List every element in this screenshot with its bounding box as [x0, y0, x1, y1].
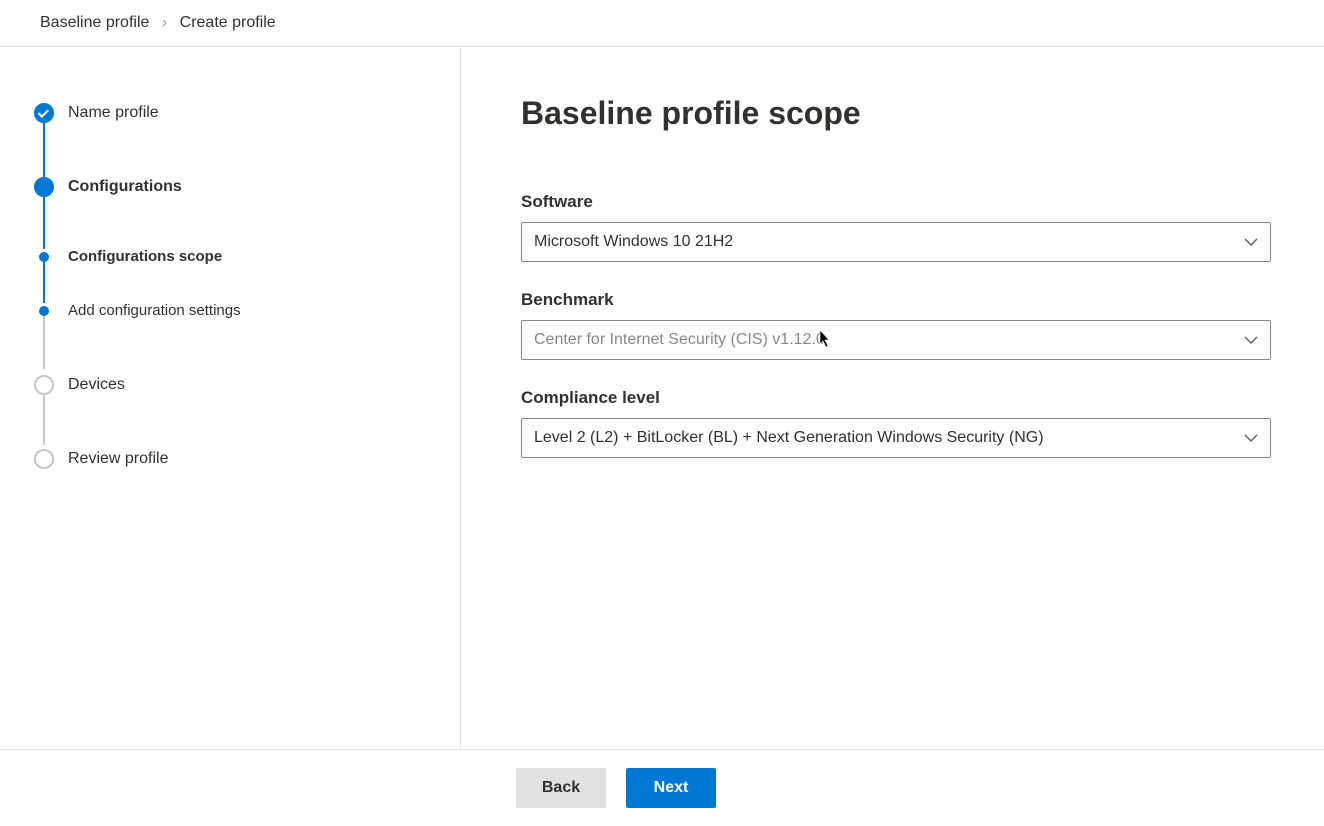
step-name-profile[interactable]: Name profile: [34, 103, 460, 123]
software-select[interactable]: Microsoft Windows 10 21H2: [521, 222, 1271, 262]
chevron-down-icon: [1244, 235, 1258, 249]
empty-step-circle-icon: [34, 375, 54, 395]
empty-step-circle-icon: [34, 449, 54, 469]
substep-dot-icon: [39, 306, 49, 316]
benchmark-select-value: Center for Internet Security (CIS) v1.12…: [534, 331, 825, 349]
step-add-configuration-settings[interactable]: Add configuration settings: [34, 301, 460, 321]
step-label: Review profile: [68, 449, 168, 469]
step-review-profile[interactable]: Review profile: [34, 449, 460, 469]
wizard-steps-nav: Name profile Configurations Configuratio…: [0, 47, 461, 749]
step-configurations-scope[interactable]: Configurations scope: [34, 247, 460, 267]
breadcrumb-item-create-profile[interactable]: Create profile: [180, 14, 276, 31]
benchmark-label: Benchmark: [521, 290, 1284, 310]
step-label: Configurations scope: [68, 247, 222, 267]
breadcrumb-item-baseline-profile[interactable]: Baseline profile: [40, 14, 149, 31]
back-button[interactable]: Back: [516, 768, 606, 808]
software-label: Software: [521, 192, 1284, 212]
compliance-label: Compliance level: [521, 388, 1284, 408]
step-label: Name profile: [68, 103, 159, 123]
step-connector: [43, 121, 45, 179]
step-configurations[interactable]: Configurations: [34, 177, 460, 197]
field-benchmark: Benchmark Center for Internet Security (…: [521, 290, 1284, 360]
compliance-select[interactable]: Level 2 (L2) + BitLocker (BL) + Next Gen…: [521, 418, 1271, 458]
chevron-down-icon: [1244, 431, 1258, 445]
step-connector: [43, 387, 45, 445]
page-title: Baseline profile scope: [521, 95, 1284, 132]
check-circle-icon: [34, 103, 54, 123]
field-compliance-level: Compliance level Level 2 (L2) + BitLocke…: [521, 388, 1284, 458]
compliance-select-value: Level 2 (L2) + BitLocker (BL) + Next Gen…: [534, 429, 1044, 447]
step-label: Configurations: [68, 177, 182, 197]
breadcrumb-separator-icon: ›: [162, 14, 167, 31]
main-content: Baseline profile scope Software Microsof…: [461, 47, 1324, 749]
benchmark-select[interactable]: Center for Internet Security (CIS) v1.12…: [521, 320, 1271, 360]
breadcrumb: Baseline profile › Create profile: [0, 0, 1324, 47]
next-button[interactable]: Next: [626, 768, 716, 808]
footer-actions: Back Next: [0, 749, 1324, 826]
field-software: Software Microsoft Windows 10 21H2: [521, 192, 1284, 262]
step-label: Add configuration settings: [68, 301, 241, 321]
step-label: Devices: [68, 375, 125, 395]
step-connector: [43, 195, 45, 249]
substep-dot-icon: [39, 252, 49, 262]
step-devices[interactable]: Devices: [34, 375, 460, 395]
chevron-down-icon: [1244, 333, 1258, 347]
software-select-value: Microsoft Windows 10 21H2: [534, 233, 733, 251]
active-step-dot-icon: [34, 177, 54, 197]
